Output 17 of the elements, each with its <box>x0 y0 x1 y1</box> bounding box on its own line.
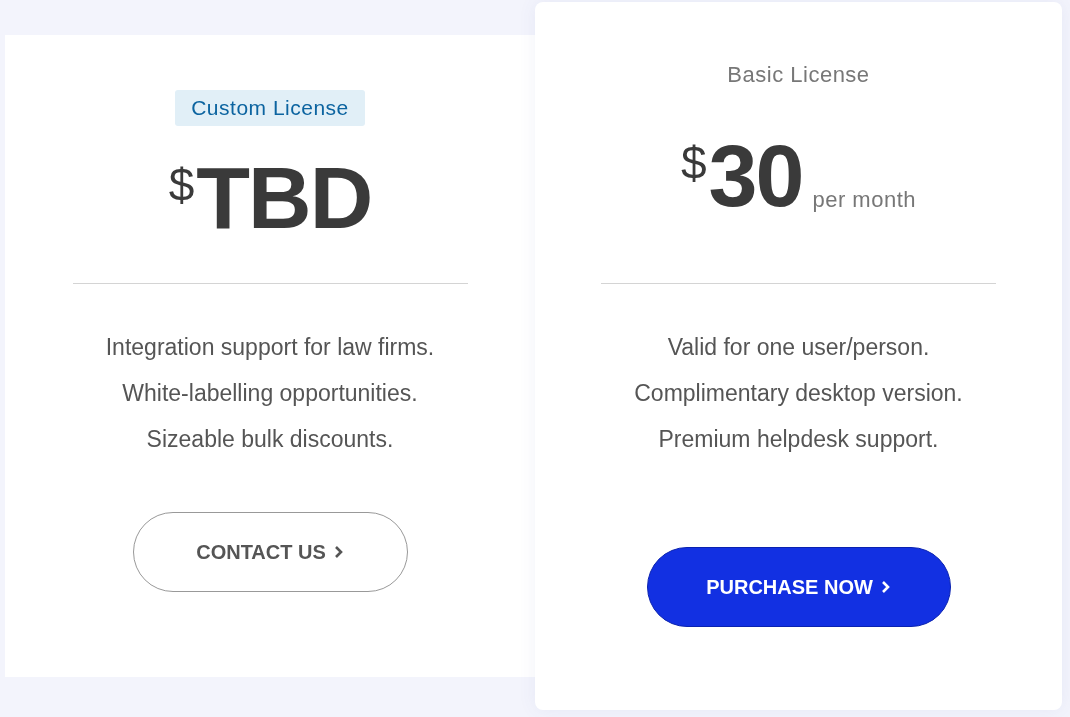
feature-text: Valid for one user/person. <box>667 333 930 362</box>
feature-text: Integration support for law firms. <box>105 333 435 362</box>
purchase-button[interactable]: PURCHASE NOW <box>646 547 951 627</box>
feature-text: Sizeable bulk discounts. <box>146 425 394 454</box>
feature-text: Complimentary desktop version. <box>634 379 963 408</box>
currency-sign: $ <box>168 162 195 208</box>
contact-button[interactable]: CONTACT US <box>132 512 408 592</box>
chevron-right-icon <box>880 580 891 594</box>
currency-sign: $ <box>680 140 707 186</box>
feature-text: White-labelling opportunities. <box>122 379 418 408</box>
price-period: per month <box>812 186 916 214</box>
plan-badge: Custom License <box>175 90 365 126</box>
price-amount: TBD <box>196 154 372 242</box>
feature-text: Premium helpdesk support. <box>658 425 939 454</box>
chevron-right-icon <box>333 545 344 559</box>
plan-name: Basic License <box>727 61 870 89</box>
price-amount: 30 <box>708 132 803 220</box>
